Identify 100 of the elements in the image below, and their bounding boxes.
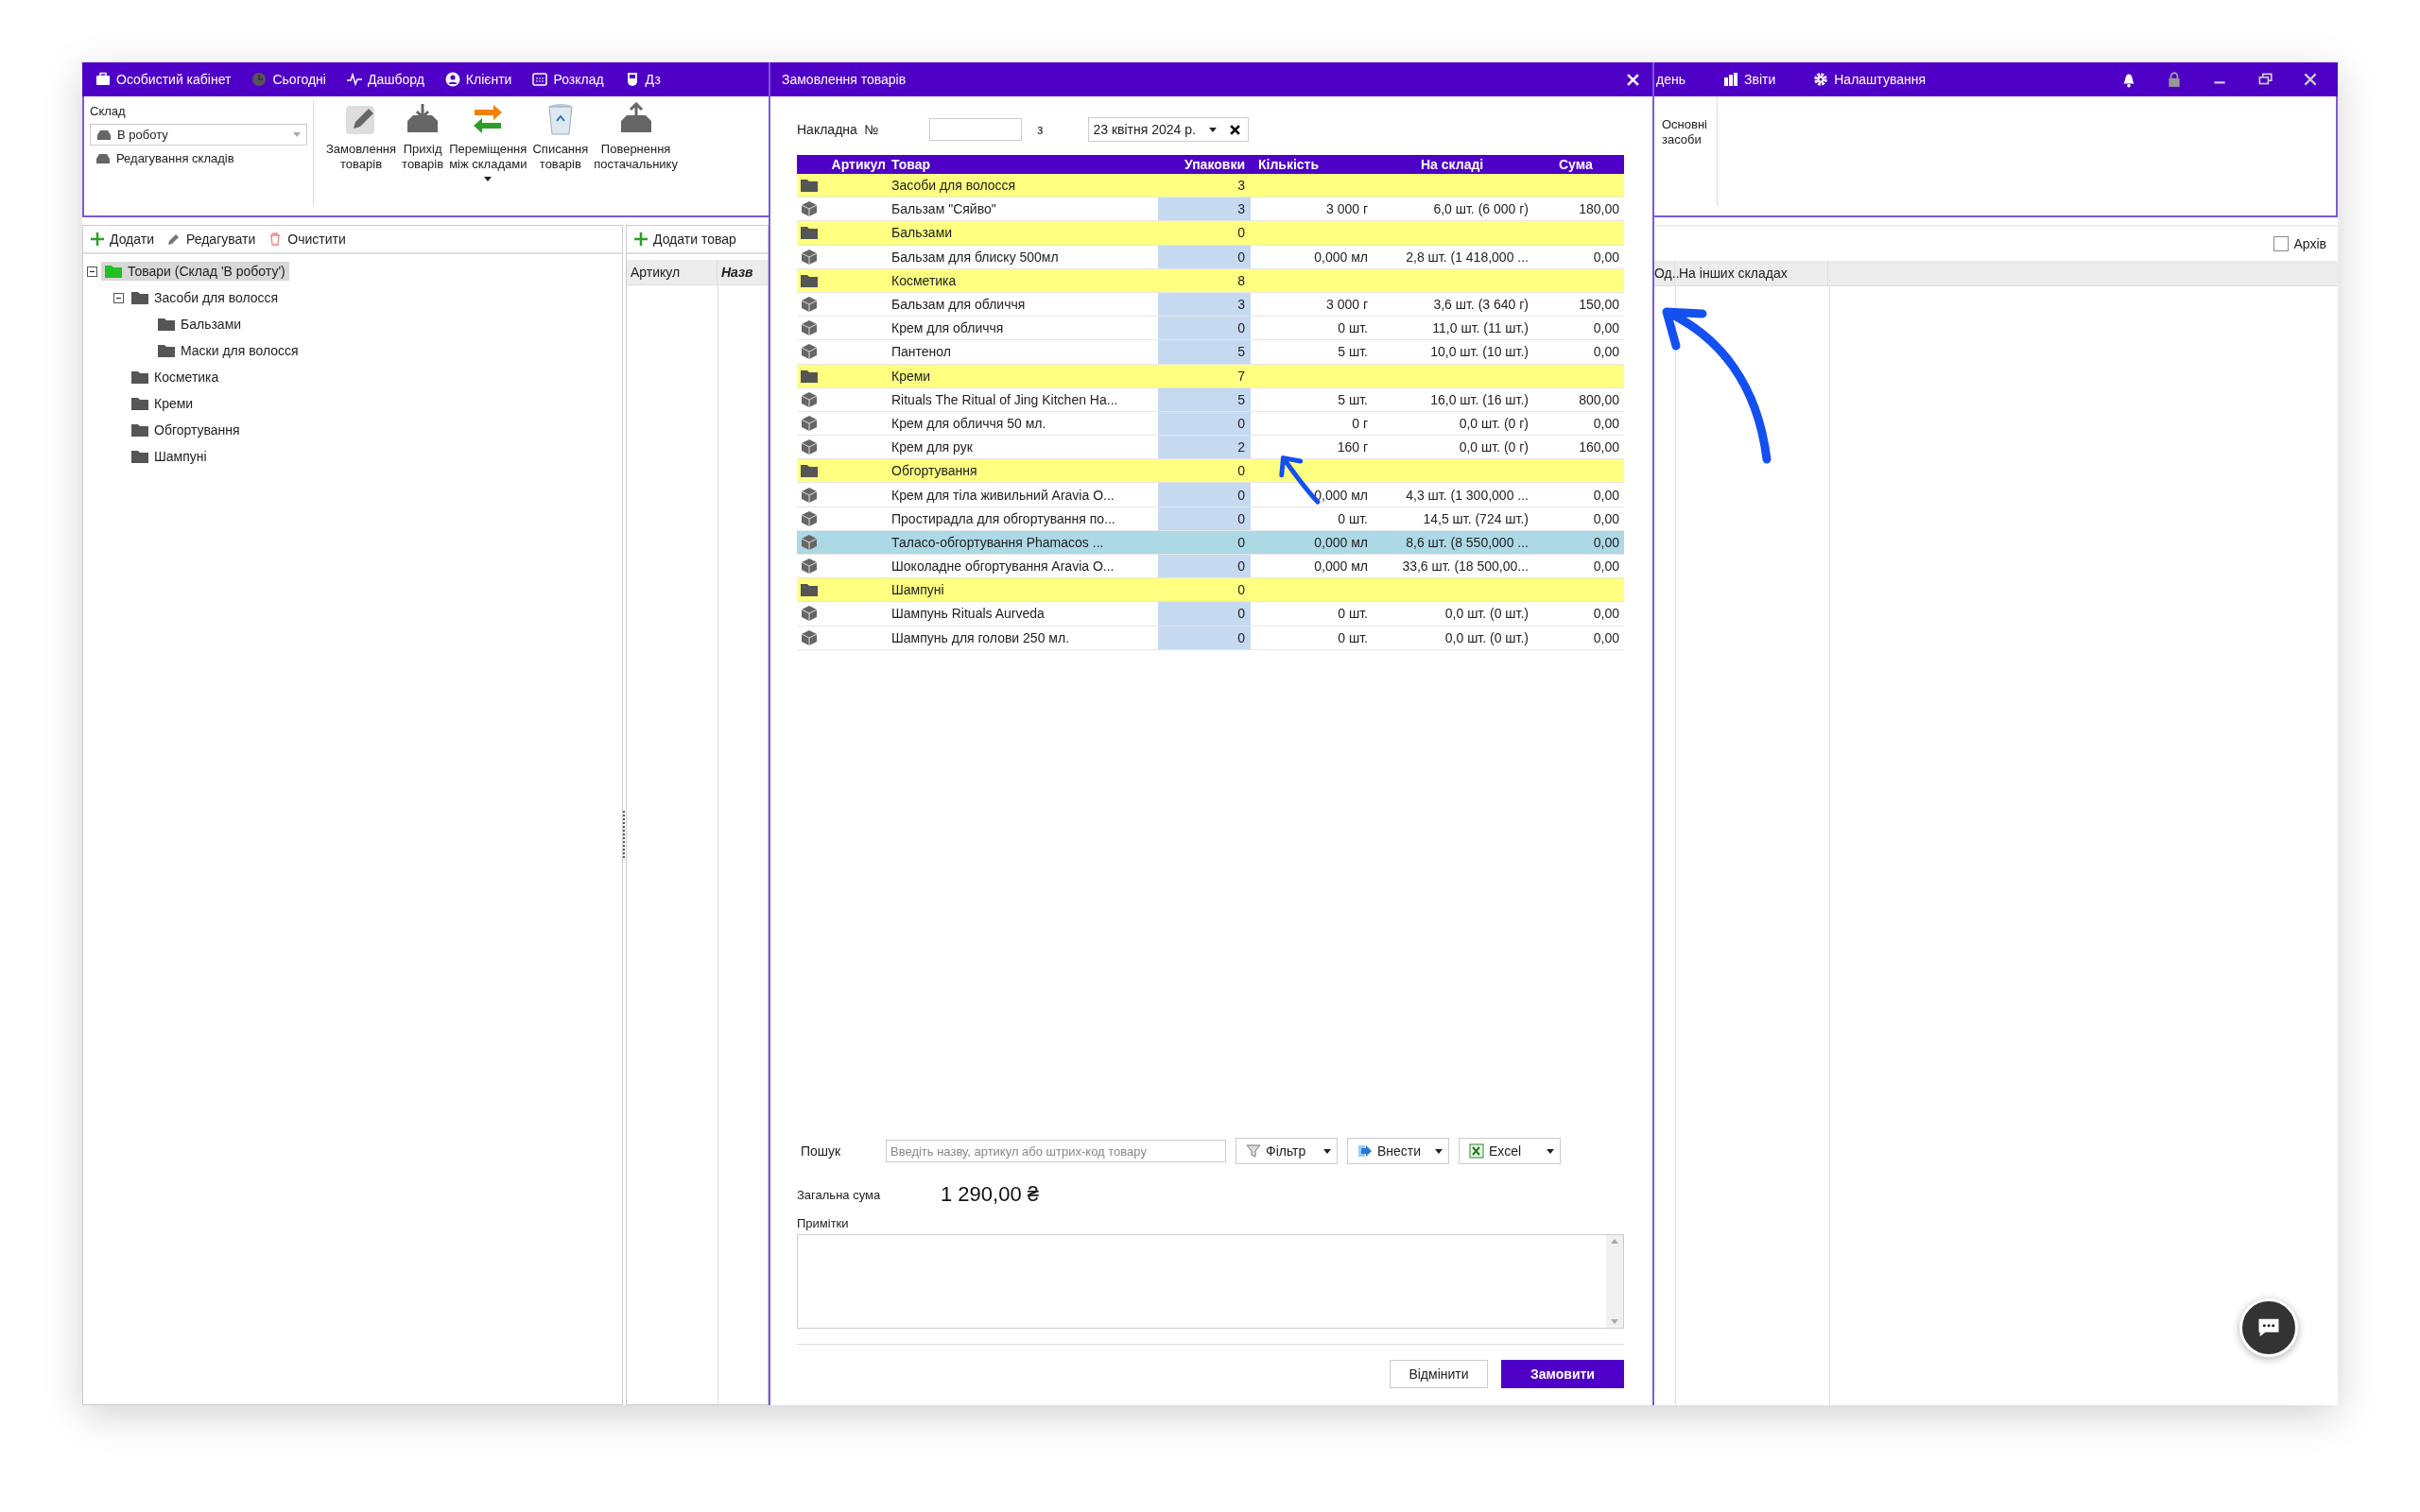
dropdown-button[interactable]: Внести bbox=[1347, 1138, 1449, 1164]
add-product-button[interactable]: Додати товар bbox=[634, 232, 736, 247]
column-header[interactable]: Упаковки bbox=[1158, 157, 1251, 172]
nav-item[interactable]: Розклад bbox=[532, 72, 604, 87]
cancel-button[interactable]: Відмінити bbox=[1390, 1360, 1488, 1388]
column-header[interactable]: На складі bbox=[1375, 157, 1536, 172]
tree-toolbar-button[interactable]: Додати bbox=[91, 232, 154, 247]
nav-item[interactable]: Дашборд bbox=[346, 72, 424, 87]
invoice-number-field[interactable] bbox=[929, 118, 1022, 141]
order-button[interactable]: Замовити bbox=[1501, 1360, 1624, 1388]
nav-item[interactable]: Особистий кабінет bbox=[95, 72, 232, 87]
nav-item[interactable]: день bbox=[1656, 72, 1685, 87]
close-icon[interactable] bbox=[1627, 73, 1639, 86]
toolbar-button[interactable]: Замовлення товарів bbox=[323, 96, 400, 215]
splitter-grip[interactable] bbox=[623, 811, 626, 858]
table-row[interactable]: Бальзам для обличчя 3 3 000 г 3,6 шт. (3 640 г) 150,00 bbox=[797, 292, 1624, 318]
collapse-toggle[interactable] bbox=[113, 292, 124, 303]
tree-item[interactable]: Косметика bbox=[128, 368, 223, 387]
table-cell[interactable]: 5 bbox=[1158, 340, 1251, 364]
nav-item[interactable]: Сьогодні bbox=[251, 72, 326, 87]
table-row[interactable]: Шампунь для голови 250 мл. 0 0 шт. 0,0 шт. (0 шт.) 0,00 bbox=[797, 626, 1624, 650]
archive-checkbox[interactable]: Архів bbox=[2273, 236, 2326, 251]
tree-item[interactable]: Засоби для волосся bbox=[128, 288, 283, 307]
chat-button[interactable] bbox=[2239, 1298, 2298, 1357]
table-cell[interactable]: 0 bbox=[1158, 555, 1251, 578]
toolbar-button[interactable]: Переміщення між складами bbox=[446, 96, 530, 215]
table-cell[interactable]: 0 bbox=[1158, 602, 1251, 626]
caret-icon[interactable] bbox=[484, 177, 493, 182]
table-row[interactable]: Шоколадне обгортування Aravia O... 0 0,000 мл 33,6 шт. (18 500,00... 0,00 bbox=[797, 555, 1624, 579]
notes-field[interactable] bbox=[797, 1234, 1624, 1329]
nav-item[interactable]: Налаштування bbox=[1813, 72, 1926, 87]
table-row[interactable]: Косметика 8 bbox=[797, 268, 1624, 293]
table-row[interactable]: Простирадла для обгортування по... 0 0 шт. 14,5 шт. (724 шт.) 0,00 bbox=[797, 507, 1624, 531]
toolbar-button[interactable]: Списання товарів bbox=[529, 96, 592, 215]
table-row[interactable]: Rituals The Ritual of Jing Kitchen Ha... 5 5 шт. 16,0 шт. (16 шт.) 800,00 bbox=[797, 387, 1624, 412]
table-row[interactable]: Бальзам для блиску 500мл 0 0,000 мл 2,8 шт. (1 418,000 ... 0,00 bbox=[797, 245, 1624, 269]
edit-warehouses-link[interactable]: Редагування складів bbox=[90, 151, 307, 165]
dropdown-button[interactable]: Excel bbox=[1459, 1138, 1561, 1164]
table-row[interactable]: Крем для рук 2 160 г 0,0 шт. (0 г) 160,00 bbox=[797, 436, 1624, 460]
table-cell[interactable]: 0 bbox=[1158, 507, 1251, 530]
date-picker[interactable]: 23 квітня 2024 р. bbox=[1088, 117, 1249, 142]
table-row[interactable]: Креми 7 bbox=[797, 364, 1624, 388]
table-cell[interactable]: 0 bbox=[1158, 530, 1251, 554]
lock-icon[interactable] bbox=[2166, 71, 2183, 88]
table-cell[interactable]: 3 bbox=[1158, 174, 1251, 198]
tree-item[interactable]: Бальзами bbox=[154, 315, 246, 334]
table-cell[interactable]: 3 bbox=[1158, 198, 1251, 221]
table-row[interactable]: Таласо-обгортування Phamacos ... 0 0,000 мл 8,6 шт. (8 550,000 ... 0,00 bbox=[797, 530, 1624, 555]
table-row[interactable]: Шампуні 0 bbox=[797, 578, 1624, 603]
close-icon[interactable] bbox=[2302, 71, 2319, 88]
toolbar-button[interactable]: Прихід товарів bbox=[399, 96, 447, 215]
tree-item[interactable]: Товари (Склад 'В роботу') bbox=[101, 262, 289, 281]
table-cell[interactable]: 7 bbox=[1158, 364, 1251, 387]
table-cell[interactable]: 0 bbox=[1158, 317, 1251, 340]
table-row[interactable]: Крем для обличчя 50 мл. 0 0 г 0,0 шт. (0 г) 0,00 bbox=[797, 411, 1624, 437]
tree-toolbar-button[interactable]: Редагувати bbox=[167, 232, 256, 247]
table-cell[interactable]: 2 bbox=[1158, 436, 1251, 459]
table-cell[interactable]: 0 bbox=[1158, 245, 1251, 268]
column-header[interactable]: Назв bbox=[717, 260, 768, 284]
table-row[interactable]: Крем для тіла живильний Aravia O... 0 0,000 мл 4,3 шт. (1 300,000 ... 0,00 bbox=[797, 483, 1624, 507]
table-row[interactable]: Крем для обличчя 0 0 шт. 11,0 шт. (11 шт.) 0,00 bbox=[797, 317, 1624, 341]
column-header[interactable]: Сума bbox=[1536, 157, 1621, 172]
table-row[interactable]: Обгортування 0 bbox=[797, 459, 1624, 484]
table-cell-text: 4,3 шт. (1 300,000 ... bbox=[1405, 486, 1530, 505]
clear-icon[interactable] bbox=[1229, 124, 1240, 135]
table-row[interactable]: Шампунь Rituals Aurveda 0 0 шт. 0,0 шт. (0 шт.) 0,00 bbox=[797, 602, 1624, 627]
tree-item[interactable]: Обгортування bbox=[128, 421, 244, 439]
tree-toolbar-button[interactable]: Очистити bbox=[268, 232, 346, 247]
column-header[interactable]: Артикул bbox=[825, 157, 891, 172]
table-cell[interactable]: 5 bbox=[1158, 387, 1251, 411]
tree-item[interactable]: Шампуні bbox=[128, 447, 211, 466]
toolbar-button[interactable]: Повернення постачальнику bbox=[591, 96, 681, 215]
tree-item[interactable]: Креми bbox=[128, 394, 198, 413]
table-row[interactable]: Пантенол 5 5 шт. 10,0 шт. (10 шт.) 0,00 bbox=[797, 340, 1624, 365]
table-cell[interactable]: 3 bbox=[1158, 292, 1251, 317]
table-cell[interactable]: 0 bbox=[1158, 578, 1251, 602]
table-cell-text: 0 шт. bbox=[1337, 319, 1369, 338]
table-cell[interactable]: 0 bbox=[1158, 483, 1251, 507]
nav-item[interactable]: Звіти bbox=[1723, 72, 1776, 87]
toolbar-button[interactable]: Основні засоби bbox=[1654, 96, 1718, 206]
warehouse-select[interactable]: В роботу bbox=[90, 124, 307, 146]
column-header[interactable]: Артикул bbox=[627, 260, 717, 284]
table-cell[interactable]: 0 bbox=[1158, 411, 1251, 436]
nav-item[interactable]: Клієнти bbox=[444, 72, 512, 87]
table-cell[interactable]: 8 bbox=[1158, 268, 1251, 292]
collapse-toggle[interactable] bbox=[87, 266, 97, 277]
table-cell[interactable]: 0 bbox=[1158, 221, 1251, 245]
search-field[interactable]: Введіть назву, артикул або штрих-код товару bbox=[886, 1140, 1226, 1162]
folder-icon bbox=[801, 582, 818, 598]
dropdown-button[interactable]: Фільтр bbox=[1236, 1138, 1338, 1164]
table-row[interactable]: Засоби для волосся 3 bbox=[797, 174, 1624, 198]
nav-item[interactable]: Дз bbox=[624, 72, 661, 87]
column-header[interactable]: Товар bbox=[891, 157, 1158, 172]
column-header[interactable]: Кількість bbox=[1251, 157, 1375, 172]
table-cell-text: 14,5 шт. (724 шт.) bbox=[1422, 509, 1530, 528]
table-row[interactable]: Бальзам "Сяйво" 3 3 000 г 6,0 шт. (6 000 г) 180,00 bbox=[797, 198, 1624, 222]
table-cell[interactable]: 0 bbox=[1158, 626, 1251, 649]
table-row[interactable]: Бальзами 0 bbox=[797, 221, 1624, 246]
tree-item[interactable]: Маски для волосся bbox=[154, 341, 302, 360]
table-cell[interactable]: 0 bbox=[1158, 459, 1251, 483]
